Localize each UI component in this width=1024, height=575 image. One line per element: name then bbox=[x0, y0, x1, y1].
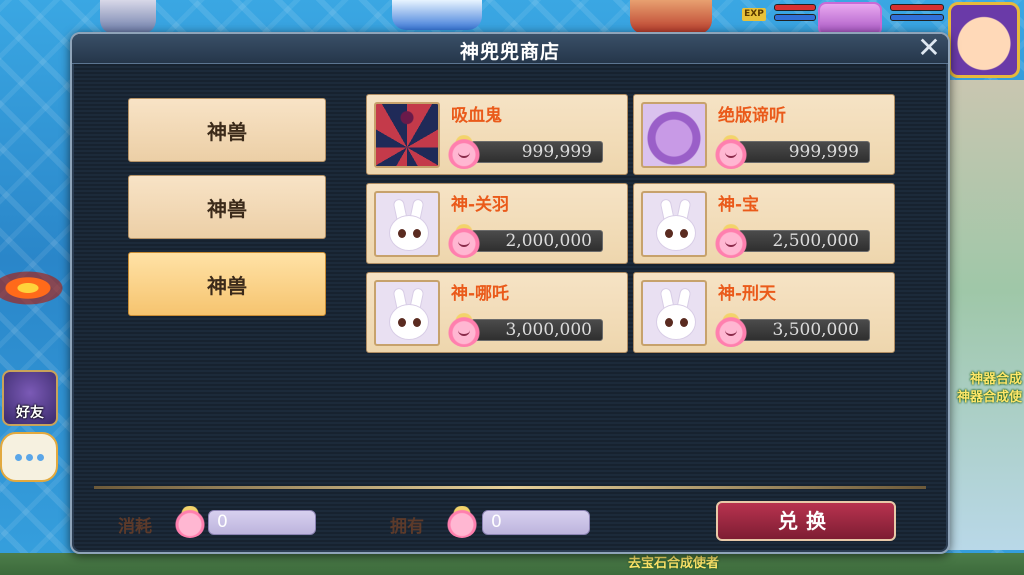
item-price: 3,000,000 bbox=[471, 319, 603, 341]
category-tab-active[interactable]: 神兽 bbox=[128, 252, 326, 316]
owned-value-field: 0 bbox=[482, 510, 590, 535]
chat-dot-icon bbox=[14, 453, 22, 461]
currency-coin-icon bbox=[446, 506, 478, 538]
diting-pet-icon bbox=[641, 102, 707, 168]
hp-bar bbox=[774, 4, 816, 11]
exp-badge: EXP bbox=[742, 8, 766, 21]
item-name: 神-刑天 bbox=[718, 284, 777, 304]
shop-item-card[interactable]: 神-刑天 3,500,000 bbox=[633, 272, 895, 353]
shop-item-card[interactable]: 绝版谛听 999,999 bbox=[633, 94, 895, 175]
item-price: 2,000,000 bbox=[471, 230, 603, 252]
friends-label: 好友 bbox=[16, 405, 44, 421]
currency-coin-icon bbox=[714, 313, 748, 347]
owned-label: 拥有 bbox=[390, 517, 424, 537]
ground-strip bbox=[0, 553, 1024, 575]
npc-name-label[interactable]: 神器合成 bbox=[970, 368, 1022, 387]
hp-bar bbox=[890, 4, 944, 11]
category-tab[interactable]: 神兽 bbox=[128, 98, 326, 162]
currency-coin-icon bbox=[714, 135, 748, 169]
close-icon[interactable]: ✕ bbox=[916, 34, 942, 62]
player-avatar[interactable] bbox=[948, 2, 1020, 78]
rabbit-pet-icon bbox=[374, 191, 440, 257]
vampire-pet-icon bbox=[374, 102, 440, 168]
shop-item-card[interactable]: 吸血鬼 999,999 bbox=[366, 94, 628, 175]
category-tab[interactable]: 神兽 bbox=[128, 175, 326, 239]
shop-item-card[interactable]: 神-宝 2,500,000 bbox=[633, 183, 895, 264]
npc-name-label[interactable]: 去宝石合成使者 bbox=[628, 552, 719, 571]
item-name: 神-关羽 bbox=[451, 195, 510, 215]
shop-item-card[interactable]: 神-关羽 2,000,000 bbox=[366, 183, 628, 264]
item-price: 999,999 bbox=[738, 141, 870, 163]
cost-value-field: 0 bbox=[208, 510, 316, 535]
npc-name-label[interactable]: 神器合成使 bbox=[957, 386, 1022, 405]
currency-coin-icon bbox=[447, 135, 481, 169]
currency-coin-icon bbox=[447, 224, 481, 258]
fire-effect bbox=[0, 268, 70, 308]
gift-box-sprite bbox=[392, 0, 482, 30]
item-name: 吸血鬼 bbox=[451, 106, 502, 126]
chat-button[interactable] bbox=[0, 432, 58, 482]
dialog-title: 神兜兜商店 bbox=[459, 41, 560, 63]
rabbit-pet-icon bbox=[641, 191, 707, 257]
item-price: 2,500,000 bbox=[738, 230, 870, 252]
game-world-scenery bbox=[944, 80, 1024, 550]
currency-coin-icon bbox=[174, 506, 206, 538]
item-price: 999,999 bbox=[471, 141, 603, 163]
friends-button[interactable]: 好友 bbox=[2, 370, 58, 426]
item-name: 绝版谛听 bbox=[718, 106, 786, 126]
rabbit-pet-icon bbox=[641, 280, 707, 346]
currency-coin-icon bbox=[714, 224, 748, 258]
item-price: 3,500,000 bbox=[738, 319, 870, 341]
character-sprite bbox=[100, 0, 156, 34]
exchange-button[interactable]: 兑换 bbox=[716, 501, 896, 541]
chat-dot-icon bbox=[36, 453, 44, 461]
pet-avatar[interactable] bbox=[818, 2, 882, 36]
dialog-title-bar: 神兜兜商店 ✕ bbox=[72, 34, 948, 64]
shop-item-card[interactable]: 神-哪吒 3,000,000 bbox=[366, 272, 628, 353]
footer-divider bbox=[94, 486, 926, 489]
item-name: 神-哪吒 bbox=[451, 284, 510, 304]
chat-dot-icon bbox=[25, 453, 33, 461]
character-sprite bbox=[630, 0, 712, 34]
mp-bar bbox=[890, 14, 944, 21]
shop-dialog: 神兜兜商店 ✕ 神兽 神兽 神兽 吸血鬼 999,999 绝版谛听 999,99… bbox=[70, 32, 950, 554]
mp-bar bbox=[774, 14, 816, 21]
cost-label: 消耗 bbox=[118, 517, 152, 537]
item-name: 神-宝 bbox=[718, 195, 760, 215]
currency-coin-icon bbox=[447, 313, 481, 347]
rabbit-pet-icon bbox=[374, 280, 440, 346]
